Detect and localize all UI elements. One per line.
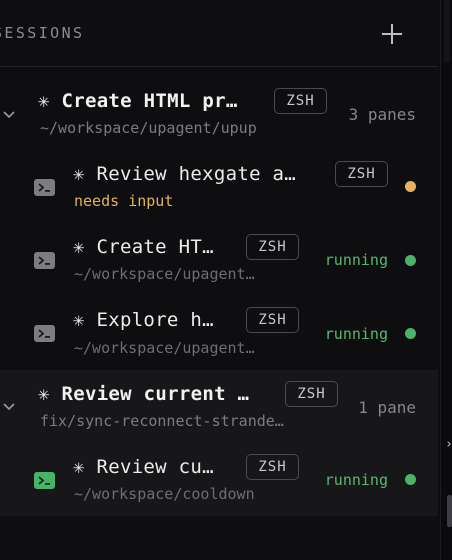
group-branch: fix/sync-reconnect-strande… <box>40 412 284 430</box>
terminal-icon <box>34 179 55 196</box>
session-item-path: ~/workspace/cooldown <box>74 485 255 503</box>
session-item-title: ✳ Explore h… <box>73 309 214 331</box>
terminal-icon <box>34 472 55 489</box>
shell-badge: ZSH <box>335 161 388 187</box>
pane-count: 1 pane <box>358 398 416 417</box>
status-dot <box>405 474 416 485</box>
scrollbar-thumb[interactable] <box>447 495 452 527</box>
chevron-down-icon[interactable] <box>2 108 16 122</box>
scrollbar-track-top <box>444 0 450 62</box>
session-item-title: ✳ Review hexgate a… <box>73 163 297 185</box>
sessions-panel: SESSIONS ✳ Create HTML pr… ZSH 3 panes ~… <box>0 0 438 560</box>
group-title: ✳ Create HTML pr… <box>38 90 238 112</box>
chevron-right-icon[interactable]: › <box>445 437 452 452</box>
session-item[interactable]: ✳ Review hexgate a… ZSH needs input <box>0 152 438 222</box>
status-dot <box>405 328 416 339</box>
session-item-title: ✳ Review cu… <box>73 456 214 478</box>
group-title: ✳ Review current … <box>38 383 250 405</box>
group-path: ~/workspace/upagent/upup <box>40 119 257 137</box>
chevron-down-icon[interactable] <box>2 400 16 414</box>
running-status: running <box>324 251 388 269</box>
session-group[interactable]: ✳ Create HTML pr… ZSH 3 panes ~/workspac… <box>0 66 438 370</box>
terminal-icon <box>34 325 55 342</box>
needs-input-label: needs input <box>74 192 174 210</box>
session-group[interactable]: ✳ Review current … ZSH 1 pane fix/sync-r… <box>0 370 438 516</box>
shell-badge: ZSH <box>246 307 299 333</box>
shell-badge: ZSH <box>246 234 299 260</box>
shell-badge: ZSH <box>285 381 338 407</box>
status-dot <box>405 255 416 266</box>
shell-badge: ZSH <box>246 454 299 480</box>
session-item-path: ~/workspace/upagent… <box>74 265 255 283</box>
pane-count: 3 panes <box>348 105 416 124</box>
sessions-header: SESSIONS <box>0 0 438 67</box>
session-item[interactable]: ✳ Create HT… ZSH ~/workspace/upagent… ru… <box>0 226 438 296</box>
shell-badge: ZSH <box>274 88 327 114</box>
status-dot <box>405 181 416 192</box>
session-item-title: ✳ Create HT… <box>73 236 214 258</box>
session-item[interactable]: ✳ Explore h… ZSH ~/workspace/upagent… ru… <box>0 300 438 370</box>
terminal-icon <box>34 252 55 269</box>
running-status: running <box>324 471 388 489</box>
scrollbar[interactable] <box>440 0 452 560</box>
sessions-title: SESSIONS <box>0 24 85 42</box>
session-item[interactable]: ✳ Review cu… ZSH ~/workspace/cooldown ru… <box>0 446 438 516</box>
session-item-path: ~/workspace/upagent… <box>74 339 255 357</box>
add-session-button[interactable] <box>378 20 406 48</box>
running-status: running <box>324 325 388 343</box>
